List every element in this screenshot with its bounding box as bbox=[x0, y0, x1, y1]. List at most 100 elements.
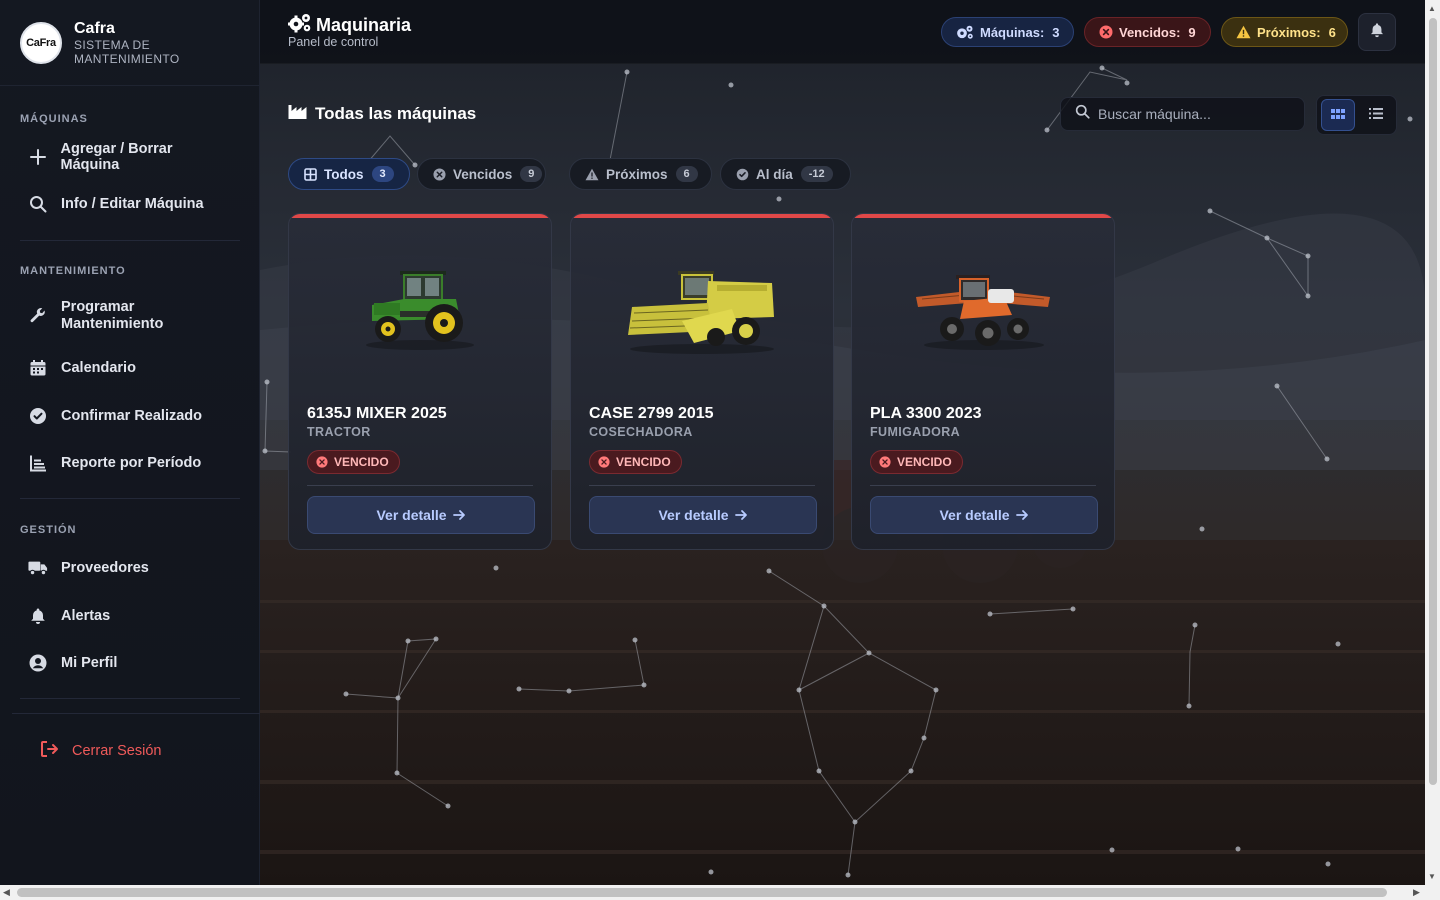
machines-count-value: 3 bbox=[1052, 24, 1060, 40]
x-circle-icon bbox=[879, 456, 891, 468]
machine-card: PLA 3300 2023 FUMIGADORA VENCIDO Ver det… bbox=[851, 213, 1115, 550]
filter-count: 3 bbox=[371, 166, 394, 182]
machine-type: TRACTOR bbox=[307, 425, 371, 439]
truck-icon bbox=[28, 558, 48, 578]
gears-icon bbox=[956, 25, 974, 40]
search-icon bbox=[28, 194, 48, 214]
sidebar-item-agregar-maquina[interactable]: Agregar / Borrar Máquina bbox=[0, 141, 259, 173]
filter-label: Al día bbox=[756, 166, 793, 182]
bell-icon bbox=[28, 606, 48, 626]
expired-count-value: 9 bbox=[1188, 24, 1196, 40]
view-detail-button[interactable]: Ver detalle bbox=[870, 496, 1098, 534]
sidebar: CaFra Cafra SISTEMA DE MANTENIMIENTO MÁQ… bbox=[0, 0, 260, 885]
filter-vencidos[interactable]: Vencidos 9 bbox=[417, 158, 546, 190]
arrow-right-icon bbox=[1015, 509, 1029, 521]
status-label: VENCIDO bbox=[616, 455, 671, 469]
border-all-icon bbox=[304, 167, 317, 181]
view-detail-button[interactable]: Ver detalle bbox=[307, 496, 535, 534]
card-divider bbox=[589, 485, 815, 486]
tractor-image bbox=[289, 218, 551, 398]
upcoming-count-badge[interactable]: Próximos: 6 bbox=[1221, 17, 1348, 47]
filter-todos[interactable]: Todos 3 bbox=[288, 158, 410, 190]
filter-count: 9 bbox=[520, 166, 543, 182]
chart-icon bbox=[28, 453, 48, 473]
view-detail-button[interactable]: Ver detalle bbox=[589, 496, 817, 534]
brand-subtitle: SISTEMA DE MANTENIMIENTO bbox=[74, 37, 180, 66]
filter-al-dia[interactable]: Al día -12 bbox=[720, 158, 851, 190]
list-view-button[interactable] bbox=[1359, 99, 1393, 131]
status-label: VENCIDO bbox=[897, 455, 952, 469]
sprayer-image bbox=[852, 218, 1114, 398]
scroll-up-arrow-icon[interactable]: ▲ bbox=[1428, 4, 1436, 13]
sidebar-divider bbox=[20, 240, 240, 241]
brand-logo: CaFra bbox=[20, 21, 62, 64]
warning-icon bbox=[1236, 25, 1251, 39]
status-badge: VENCIDO bbox=[589, 450, 682, 474]
sidebar-item-programar[interactable]: Programar Mantenimiento bbox=[0, 298, 209, 334]
expired-count-badge[interactable]: Vencidos: 9 bbox=[1084, 17, 1211, 47]
notifications-button[interactable] bbox=[1358, 13, 1396, 51]
machine-card: 6135J MIXER 2025 TRACTOR VENCIDO Ver det… bbox=[288, 213, 552, 550]
sidebar-item-label: Programar Mantenimiento bbox=[61, 299, 164, 332]
sidebar-item-mi-perfil[interactable]: Mi Perfil bbox=[0, 651, 145, 675]
main-area: Maquinaria Panel de control Máquinas: 3 … bbox=[260, 0, 1425, 885]
section-heading-text: Todas las máquinas bbox=[315, 103, 477, 123]
machine-name: CASE 2799 2015 bbox=[589, 405, 714, 422]
search-input[interactable] bbox=[1098, 106, 1288, 122]
logout-button[interactable]: Cerrar Sesión bbox=[40, 740, 161, 762]
user-circle-icon bbox=[28, 653, 48, 673]
sidebar-item-label: Mi Perfil bbox=[61, 655, 118, 671]
calendar-icon bbox=[28, 358, 48, 378]
sidebar-item-label: Confirmar Realizado bbox=[61, 408, 202, 424]
filter-proximos[interactable]: Próximos 6 bbox=[569, 158, 712, 190]
machines-count-badge[interactable]: Máquinas: 3 bbox=[941, 17, 1074, 47]
sidebar-item-reporte[interactable]: Reporte por Período bbox=[0, 451, 229, 475]
grid-view-button[interactable] bbox=[1321, 99, 1355, 131]
vertical-scroll-thumb[interactable] bbox=[1429, 18, 1437, 785]
search-box[interactable] bbox=[1060, 97, 1305, 131]
sidebar-item-label: Reporte por Período bbox=[61, 455, 202, 471]
sidebar-divider bbox=[12, 713, 260, 714]
sidebar-item-calendario[interactable]: Calendario bbox=[0, 356, 164, 380]
machine-name: PLA 3300 2023 bbox=[870, 405, 982, 422]
sidebar-item-label: Proveedores bbox=[61, 560, 149, 576]
search-icon bbox=[1075, 104, 1090, 124]
x-circle-icon bbox=[598, 456, 610, 468]
sidebar-item-alertas[interactable]: Alertas bbox=[0, 604, 138, 628]
upcoming-count-value: 6 bbox=[1328, 24, 1336, 40]
list-icon bbox=[1369, 106, 1383, 124]
sidebar-item-info-maquina[interactable]: Info / Editar Máquina bbox=[0, 192, 232, 216]
card-divider bbox=[870, 485, 1096, 486]
x-circle-icon bbox=[316, 456, 328, 468]
sidebar-divider bbox=[20, 698, 240, 699]
x-circle-icon bbox=[1099, 25, 1113, 39]
page-subtitle: Panel de control bbox=[288, 35, 379, 49]
page-title-text: Maquinaria bbox=[316, 15, 412, 35]
filter-count: -12 bbox=[800, 166, 833, 182]
expired-count-label: Vencidos: bbox=[1119, 24, 1181, 40]
view-detail-label: Ver detalle bbox=[376, 507, 447, 523]
sidebar-item-proveedores[interactable]: Proveedores bbox=[0, 556, 177, 580]
filter-label: Todos bbox=[324, 166, 364, 182]
wrench-icon bbox=[28, 306, 48, 326]
section-title-maquinas: MÁQUINAS bbox=[20, 113, 88, 125]
scroll-right-arrow-icon[interactable]: ▶ bbox=[1413, 887, 1420, 898]
sidebar-item-label: Info / Editar Máquina bbox=[61, 196, 204, 212]
machine-type: FUMIGADORA bbox=[870, 425, 961, 439]
horizontal-scroll-thumb[interactable] bbox=[17, 888, 1387, 897]
view-detail-label: Ver detalle bbox=[939, 507, 1010, 523]
section-heading: Todas las máquinas bbox=[288, 103, 476, 124]
upcoming-count-label: Próximos: bbox=[1257, 24, 1321, 40]
scroll-left-arrow-icon[interactable]: ◀ bbox=[3, 887, 10, 898]
status-label: VENCIDO bbox=[334, 455, 389, 469]
status-badge: VENCIDO bbox=[870, 450, 963, 474]
vertical-scrollbar[interactable]: ▲ ▼ bbox=[1425, 0, 1440, 885]
grid-icon bbox=[1331, 106, 1345, 124]
sidebar-item-confirmar[interactable]: Confirmar Realizado bbox=[0, 404, 230, 428]
bell-icon bbox=[1369, 21, 1385, 44]
harvester-image bbox=[571, 218, 833, 398]
plus-icon bbox=[28, 147, 48, 167]
machine-type: COSECHADORA bbox=[589, 425, 693, 439]
horizontal-scrollbar[interactable]: ◀ ▶ bbox=[0, 885, 1440, 900]
scroll-down-arrow-icon[interactable]: ▼ bbox=[1428, 872, 1436, 881]
